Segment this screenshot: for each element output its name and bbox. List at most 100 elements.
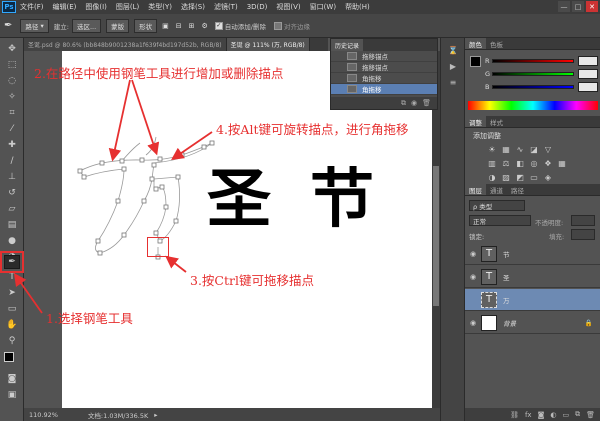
crop-tool-icon[interactable]: ⌗ <box>4 106 20 120</box>
menu-filter[interactable]: 滤镜(T) <box>214 2 238 12</box>
tab-doc-2[interactable]: 圣诞 @ 111% (万, RGB/8) <box>226 38 310 51</box>
photo-filter-icon[interactable]: ◎ <box>529 158 539 168</box>
menu-file[interactable]: 文件(F) <box>20 2 44 12</box>
tab-paths[interactable]: 路径 <box>507 184 528 195</box>
camera-icon[interactable]: ◉ <box>411 99 417 107</box>
align-edges-checkbox[interactable] <box>274 21 282 30</box>
channel-mixer-icon[interactable]: ❖ <box>543 158 553 168</box>
brush-tool-icon[interactable]: ∕ <box>4 154 20 168</box>
menu-help[interactable]: 帮助(H) <box>345 2 370 12</box>
menu-3d[interactable]: 3D(D) <box>247 3 268 11</box>
auto-add-checkbox[interactable]: ✓ <box>214 21 223 30</box>
magic-wand-tool-icon[interactable]: ✧ <box>4 90 20 104</box>
tab-doc-1[interactable]: 圣诞.psd @ 80.6% (bb848b9001238a1f639f4bd1… <box>24 38 227 51</box>
g-slider[interactable] <box>492 72 574 76</box>
minimize-button[interactable]: — <box>558 1 570 12</box>
lasso-tool-icon[interactable]: ◌ <box>4 74 20 88</box>
shape-button[interactable]: 形状 <box>134 18 158 33</box>
invert-icon[interactable]: ◑ <box>487 172 497 182</box>
posterize-icon[interactable]: ▨ <box>501 172 511 182</box>
folder-icon[interactable]: ▭ <box>562 411 569 419</box>
hue-icon[interactable]: ▥ <box>487 158 497 168</box>
menu-image[interactable]: 图像(I) <box>85 2 107 12</box>
lookup-icon[interactable]: ▦ <box>557 158 567 168</box>
trash-icon[interactable]: 🗑 <box>586 411 595 419</box>
tab-adjustments[interactable]: 调整 <box>465 116 486 127</box>
mode-select[interactable]: 路径 ▾ <box>20 18 49 33</box>
history-panel-icon[interactable]: ⌛ <box>446 44 460 56</box>
selective-color-icon[interactable]: ◈ <box>543 172 553 182</box>
mask-icon[interactable]: ◙ <box>538 411 545 419</box>
new-layer-icon[interactable]: ⧉ <box>575 410 580 419</box>
layer-row-selected[interactable]: T 万 <box>465 289 600 311</box>
close-button[interactable]: ✕ <box>586 1 598 12</box>
healing-tool-icon[interactable]: ✚ <box>4 138 20 152</box>
quick-mask-icon[interactable]: ◙ <box>4 372 20 386</box>
menu-type[interactable]: 类型(Y) <box>148 2 172 12</box>
eye-icon[interactable]: ◉ <box>465 319 481 327</box>
tab-styles[interactable]: 样式 <box>486 116 507 127</box>
fg-color-chip[interactable] <box>470 56 481 67</box>
actions-panel-icon[interactable]: ▶ <box>446 60 460 72</box>
b-slider[interactable] <box>492 85 574 89</box>
menu-select[interactable]: 选择(S) <box>181 2 205 12</box>
eye-icon[interactable]: ◉ <box>465 273 481 281</box>
trash-icon[interactable]: 🗑 <box>422 99 431 107</box>
layer-filter-select[interactable]: ρ 类型 <box>469 200 525 211</box>
gradient-map-icon[interactable]: ▭ <box>529 172 539 182</box>
marquee-tool-icon[interactable]: ⬚ <box>4 58 20 72</box>
gradient-tool-icon[interactable]: ▤ <box>4 218 20 232</box>
menu-edit[interactable]: 编辑(E) <box>53 2 77 12</box>
gear-icon[interactable]: ⚙ <box>202 22 208 30</box>
color-balance-icon[interactable]: ⚖ <box>501 158 511 168</box>
new-document-icon[interactable]: ⧉ <box>401 99 406 108</box>
levels-icon[interactable]: ▦ <box>501 144 511 154</box>
eye-icon[interactable]: ◉ <box>465 250 481 258</box>
layer-row[interactable]: ◉ T 节 <box>465 243 600 265</box>
stamp-tool-icon[interactable]: ⊥ <box>4 170 20 184</box>
threshold-icon[interactable]: ◩ <box>515 172 525 182</box>
tab-layers[interactable]: 图层 <box>465 184 486 195</box>
zoom-level[interactable]: 110.92% <box>29 411 58 419</box>
brightness-icon[interactable]: ☀ <box>487 144 497 154</box>
link-icon[interactable]: ⛓ <box>510 411 519 419</box>
fill-field[interactable] <box>571 229 595 240</box>
path-arrange-icon[interactable]: ⊞ <box>189 22 195 30</box>
path-ops-icon[interactable]: ▣ <box>162 22 169 30</box>
exposure-icon[interactable]: ◪ <box>529 144 539 154</box>
selection-button[interactable]: 选区... <box>71 18 102 33</box>
fx-icon[interactable]: fx <box>525 411 532 419</box>
bw-icon[interactable]: ◧ <box>515 158 525 168</box>
r-value[interactable] <box>578 56 598 66</box>
tab-channels[interactable]: 通道 <box>486 184 507 195</box>
scrollbar-thumb[interactable] <box>433 166 439 306</box>
tab-history[interactable]: 历史记录 <box>331 39 364 51</box>
blur-tool-icon[interactable]: ● <box>4 234 20 248</box>
menu-view[interactable]: 视图(V) <box>276 2 300 12</box>
pen-tool-preset-icon[interactable]: ✒ <box>4 20 12 31</box>
b-value[interactable] <box>578 82 598 92</box>
path-align-icon[interactable]: ⊟ <box>176 22 182 30</box>
screen-mode-icon[interactable]: ▣ <box>4 388 20 402</box>
tab-swatches[interactable]: 色板 <box>486 38 507 49</box>
vibrance-icon[interactable]: ▽ <box>543 144 553 154</box>
rectangle-tool-icon[interactable]: ▭ <box>4 302 20 316</box>
path-selection-tool-icon[interactable]: ➤ <box>4 286 20 300</box>
blend-mode-select[interactable]: 正常 <box>469 215 531 226</box>
move-tool-icon[interactable]: ✥ <box>4 42 20 56</box>
curves-icon[interactable]: ∿ <box>515 144 525 154</box>
properties-panel-icon[interactable]: ≡ <box>446 76 460 88</box>
eyedropper-tool-icon[interactable]: ⁄ <box>4 122 20 136</box>
color-spectrum[interactable] <box>468 101 598 110</box>
adjustment-layer-icon[interactable]: ◐ <box>550 411 556 419</box>
menu-window[interactable]: 窗口(W) <box>310 2 336 12</box>
maximize-button[interactable]: □ <box>572 1 584 12</box>
opacity-field[interactable] <box>571 215 595 226</box>
history-item[interactable]: 拖移锚点 <box>331 51 437 62</box>
layer-row[interactable]: ◉ T 圣 <box>465 266 600 288</box>
layer-row[interactable]: ◉ 背景 🔒 <box>465 312 600 334</box>
eraser-tool-icon[interactable]: ▱ <box>4 202 20 216</box>
menu-layer[interactable]: 图层(L) <box>116 2 139 12</box>
history-item[interactable]: 角拖移 <box>331 73 437 84</box>
zoom-tool-icon[interactable]: ⚲ <box>4 334 20 348</box>
